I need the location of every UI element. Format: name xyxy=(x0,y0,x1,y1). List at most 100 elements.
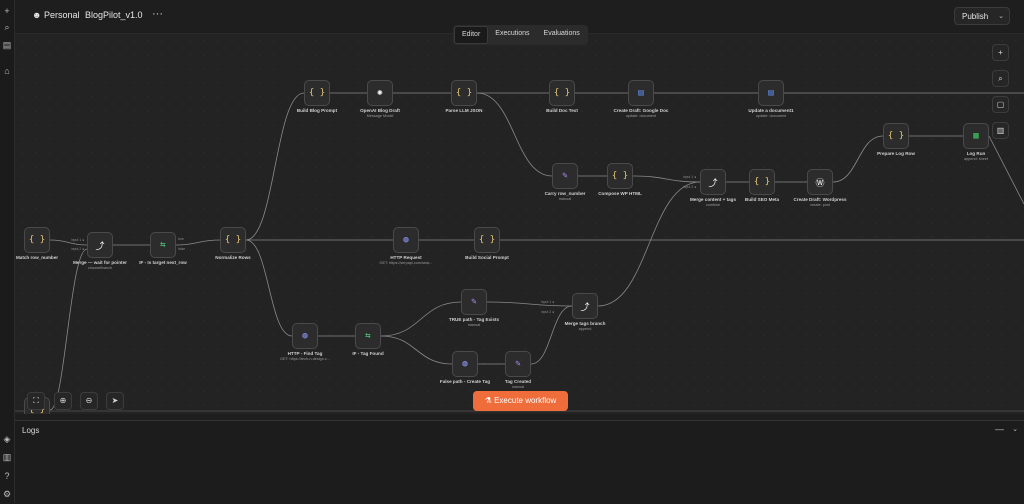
node-merge-content[interactable]: ⤴ xyxy=(700,169,726,195)
collapse-icon[interactable]: ⌄ xyxy=(1012,425,1018,433)
zoom-out-button[interactable]: ⊖ xyxy=(80,392,98,410)
more-options-button[interactable]: ··· xyxy=(152,8,163,20)
node-icon: { } xyxy=(887,131,905,141)
port-input-2: input 2 ● xyxy=(541,310,555,314)
templates-icon[interactable]: ◈ xyxy=(2,434,12,444)
node-build-seo[interactable]: { } xyxy=(749,169,775,195)
node-icon: ⤴ xyxy=(708,178,718,189)
node-icon: ◍ xyxy=(302,331,308,341)
node-build-social[interactable]: { } xyxy=(474,227,500,253)
connection-tag_created-merge_tags xyxy=(530,305,573,365)
node-carry-row[interactable]: ✎ xyxy=(552,163,578,189)
node-icon: { } xyxy=(753,177,771,187)
home-icon[interactable]: ⌂ xyxy=(2,66,12,76)
node-icon: ✎ xyxy=(471,297,477,307)
search-icon[interactable]: ⌕ xyxy=(2,22,12,32)
node-merge-tags[interactable]: ⤴ xyxy=(572,293,598,319)
node-build-doc[interactable]: { } xyxy=(549,80,575,106)
node-compose-wp[interactable]: { } xyxy=(607,163,633,189)
execute-workflow-button[interactable]: ⚗ Execute workflow xyxy=(473,391,568,411)
user-icon: ☻ xyxy=(32,10,42,20)
node-icon: ⤴ xyxy=(95,241,105,252)
chevron-down-icon[interactable]: ⌄ xyxy=(998,8,1004,26)
search-nodes-button[interactable]: ⌕ xyxy=(992,70,1009,87)
node-subtitle: manual xyxy=(558,197,572,201)
plus-icon[interactable]: + xyxy=(2,6,12,16)
side-panel-button[interactable]: ▥ xyxy=(992,122,1009,139)
port-input-1: input 1 ● xyxy=(541,300,555,304)
tab-editor[interactable]: Editor xyxy=(454,26,489,44)
publish-label: Publish xyxy=(962,12,989,21)
node-icon: ▦ xyxy=(973,131,979,141)
node-icon: { } xyxy=(553,88,571,98)
node-icon: ✺ xyxy=(377,88,383,98)
project-name: Personal xyxy=(44,10,80,20)
node-icon: { } xyxy=(28,235,46,245)
node-label: Compose WP HTML xyxy=(598,191,642,196)
connection-if_tag-false_path xyxy=(380,335,453,365)
node-create-gdoc[interactable]: ▤ xyxy=(628,80,654,106)
panel-toggle-icon[interactable]: ▤ xyxy=(2,40,12,50)
add-node-button[interactable]: + xyxy=(992,44,1009,61)
node-false-path[interactable]: ◍ xyxy=(452,351,478,377)
connection-parse_llm-carry_row xyxy=(476,92,553,177)
left-rail: + ⌕ ▤ ⌂ ◈ ▥? ⚙ xyxy=(0,0,15,503)
tab-executions[interactable]: Executions xyxy=(488,26,536,44)
node-icon: { } xyxy=(478,235,496,245)
connection-out-log_run xyxy=(988,135,1024,205)
sticky-note-button[interactable]: ▢ xyxy=(992,96,1009,113)
workflow-name[interactable]: BlogPilot_v1.0 xyxy=(85,10,143,20)
node-normalize[interactable]: { } xyxy=(220,227,246,253)
node-label: Normalize Rows xyxy=(215,255,251,260)
node-icon: ▤ xyxy=(768,88,774,98)
insights-icon[interactable]: ▥ xyxy=(2,452,12,462)
node-http-find[interactable]: ◍ xyxy=(292,323,318,349)
node-create-wp[interactable]: Ⓦ xyxy=(807,169,833,195)
port-true: true xyxy=(178,237,184,241)
port-input-1: input 1 ● xyxy=(71,238,85,242)
connection-create_wp-prepare_log xyxy=(832,135,884,183)
node-log-run[interactable]: ▦ xyxy=(963,123,989,149)
flask-icon: ⚗ xyxy=(484,396,492,405)
node-http-request[interactable]: ◍ xyxy=(393,227,419,253)
zoom-in-button[interactable]: ⊕ xyxy=(54,392,72,410)
node-icon: ▤ xyxy=(638,88,644,98)
node-parse-llm[interactable]: { } xyxy=(451,80,477,106)
node-if-target[interactable]: ⇆ xyxy=(150,232,176,258)
tab-evaluations[interactable]: Evaluations xyxy=(537,26,587,44)
project-breadcrumb[interactable]: ☻ Personal xyxy=(32,10,80,20)
port-input-2: input 2 ● xyxy=(71,247,85,251)
execute-label: Execute workflow xyxy=(494,396,557,405)
tidy-up-button[interactable]: ➤ xyxy=(106,392,124,410)
node-icon: ✎ xyxy=(515,359,521,369)
node-label: Build Social Prompt xyxy=(465,255,509,260)
port-input-2: input 2 ● xyxy=(683,185,697,189)
minimize-icon[interactable]: — xyxy=(995,424,1004,434)
port-false: false xyxy=(178,247,186,251)
node-update-doc[interactable]: ▤ xyxy=(758,80,784,106)
node-merge-wait[interactable]: ⤴ xyxy=(87,232,113,258)
node-if-tag[interactable]: ⇆ xyxy=(355,323,381,349)
node-build-blog[interactable]: { } xyxy=(304,80,330,106)
node-tag-created[interactable]: ✎ xyxy=(505,351,531,377)
node-subtitle: create: post xyxy=(810,203,830,207)
node-icon: ⇆ xyxy=(160,240,166,250)
node-subtitle: manual xyxy=(467,323,481,327)
node-prepare-log[interactable]: { } xyxy=(883,123,909,149)
node-subtitle: GET: https://serpapi.com/sear... xyxy=(379,261,433,265)
node-subtitle: Message Model xyxy=(366,114,394,118)
node-match[interactable]: { } xyxy=(24,227,50,253)
node-subtitle: update: document xyxy=(625,114,657,118)
node-openai[interactable]: ✺ xyxy=(367,80,393,106)
view-tabs: Editor Executions Evaluations xyxy=(453,25,588,45)
workflow-canvas[interactable]: { } Match row_number ⤴ Merge — wait for poi… xyxy=(15,34,1024,414)
settings-icon[interactable]: ⚙ xyxy=(2,489,12,499)
publish-button[interactable]: Publish ⌄ xyxy=(954,7,1010,25)
node-true-path[interactable]: ✎ xyxy=(461,289,487,315)
node-icon: { } xyxy=(224,235,242,245)
node-subtitle: GET: https://tech-n-design.c... xyxy=(279,357,330,361)
help-icon[interactable]: ? xyxy=(2,471,12,481)
node-subtitle: update: document xyxy=(755,114,787,118)
logs-title: Logs xyxy=(22,426,40,435)
zoom-to-fit-button[interactable]: ⛶ xyxy=(27,392,45,410)
